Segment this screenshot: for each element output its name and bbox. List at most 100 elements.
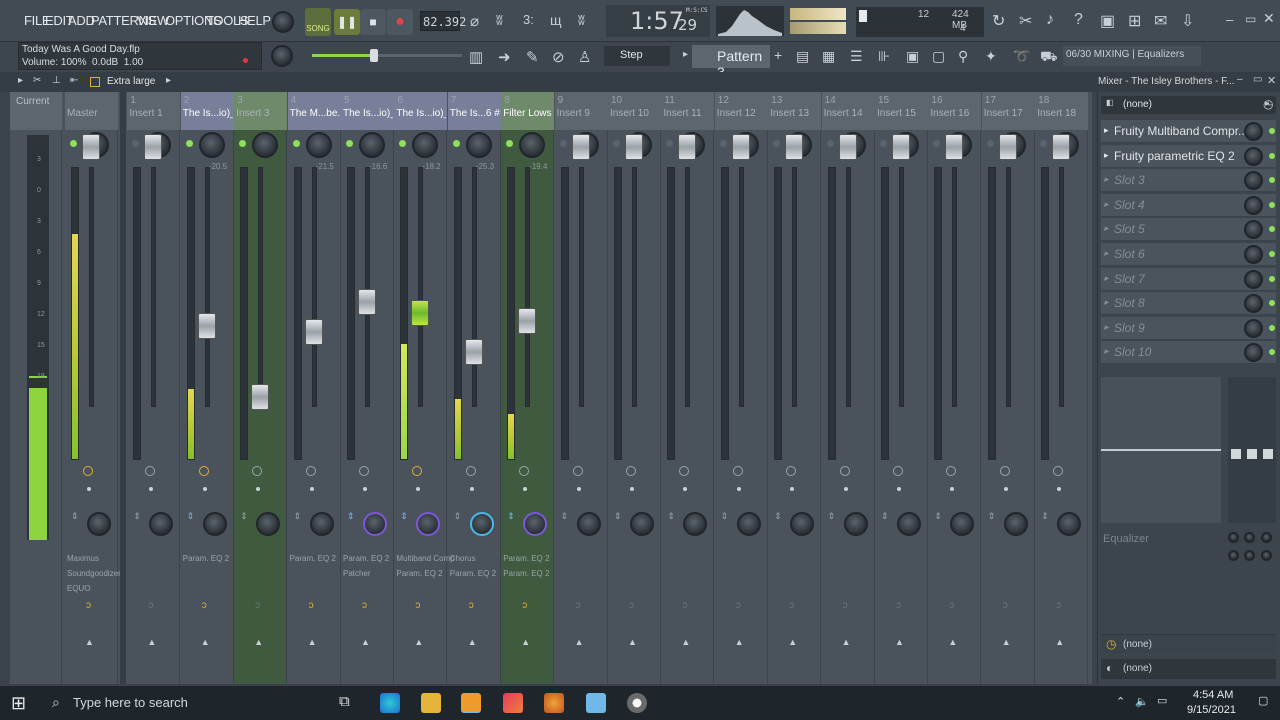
taskbar-search-input[interactable]: Type here to search — [73, 695, 188, 710]
volume-fader[interactable] — [625, 134, 643, 160]
app-icon[interactable] — [586, 693, 606, 713]
record-button[interactable]: ● — [387, 9, 413, 35]
phase-dot[interactable] — [523, 487, 528, 491]
mute-led[interactable] — [719, 140, 727, 147]
route-arrow-icon[interactable]: ▲ — [254, 637, 263, 647]
send-knob[interactable] — [149, 512, 174, 536]
slot-enable-led[interactable] — [1269, 324, 1275, 331]
eq-bw-knob-2[interactable] — [1244, 550, 1255, 561]
route-arrow-icon[interactable]: ▲ — [147, 637, 156, 647]
maximize-icon[interactable]: ▭ — [1245, 12, 1256, 26]
pan-knob[interactable] — [305, 132, 332, 158]
master-volume-slider[interactable] — [312, 49, 462, 62]
stereo-separation-icon[interactable] — [732, 466, 743, 476]
phase-dot[interactable] — [576, 487, 581, 491]
fx-slot[interactable]: ▸ Fruity Multiband Compr... — [1101, 120, 1276, 143]
mute-led[interactable] — [346, 140, 353, 147]
swap-channel-icon[interactable]: ⇕ — [240, 512, 248, 521]
fx-slot[interactable]: ▸ Slot 7 — [1101, 267, 1276, 291]
fx-slot[interactable]: ▸ Slot 8 — [1101, 292, 1276, 316]
slot-enable-led[interactable] — [1269, 201, 1275, 208]
lock-icon[interactable]: ↄ — [522, 600, 527, 611]
route-arrow-icon[interactable]: ▲ — [361, 637, 370, 647]
slot-enable-led[interactable] — [1269, 349, 1275, 356]
stereo-separation-icon[interactable] — [83, 466, 93, 476]
volume-fader[interactable] — [731, 134, 750, 160]
swap-channel-icon[interactable]: ⇕ — [71, 512, 79, 521]
send-knob[interactable] — [790, 512, 815, 536]
song-mode-button[interactable]: SONG — [305, 8, 331, 36]
volume-fader[interactable] — [998, 134, 1017, 160]
notifications-icon[interactable]: ▢ — [1258, 694, 1268, 707]
route-arrow-icon[interactable]: ▲ — [201, 637, 210, 647]
swap-channel-icon[interactable]: ⇕ — [1041, 512, 1049, 521]
slot-mix-knob[interactable] — [1244, 122, 1263, 141]
plug-icon[interactable]: ⚲ — [958, 48, 968, 65]
mixer-strip-11[interactable]: 11 Insert 11 ⇕ ▲ ↄ — [661, 92, 715, 684]
stereo-separation-icon[interactable] — [412, 466, 423, 476]
phase-dot[interactable] — [87, 487, 91, 491]
lock-icon[interactable]: ↄ — [949, 600, 954, 611]
send-knob[interactable] — [630, 512, 654, 536]
playlist-icon[interactable]: ▤ — [796, 48, 809, 65]
pan-knob[interactable] — [519, 132, 546, 158]
mixer-strip-8[interactable]: 8 Filter Lows -19.4 ⇕ ▲ ↄ Param. EQ 2 Param. EQ… — [501, 92, 555, 684]
phase-dot[interactable] — [897, 487, 901, 491]
phase-dot[interactable] — [309, 487, 314, 491]
mic-icon[interactable]: ♪ — [1046, 11, 1054, 29]
mute-led[interactable] — [666, 140, 674, 147]
news-ticker[interactable]: 06/30 MIXING | Equalizers — [1063, 46, 1201, 66]
send-knob[interactable] — [469, 512, 494, 536]
current-strip[interactable]: Current 3 0 3 6 9 12 15 18 — [10, 92, 62, 684]
stereo-separation-icon[interactable] — [519, 466, 530, 476]
mixer-maximize-icon[interactable]: ▭ — [1253, 74, 1262, 85]
cable-icon[interactable]: ➰ — [1013, 48, 1030, 65]
volume-fader[interactable] — [82, 134, 100, 160]
stereo-separation-icon[interactable] — [626, 466, 636, 476]
lock-icon[interactable]: ↄ — [469, 600, 474, 611]
channel-rack-icon[interactable]: ▦ — [822, 48, 835, 65]
pattern-selector[interactable]: Pattern 3 — [692, 45, 770, 80]
fx-slot[interactable]: ▸ Slot 3 — [1101, 169, 1276, 193]
fx-slot-label[interactable]: Param. EQ 2 — [503, 569, 549, 578]
volume-fader[interactable] — [358, 289, 376, 315]
send-knob[interactable] — [1003, 512, 1028, 536]
mute-led[interactable] — [826, 140, 834, 147]
volume-fader[interactable] — [464, 339, 483, 365]
phase-dot[interactable] — [683, 487, 688, 491]
swap-channel-icon[interactable]: ⇕ — [454, 512, 462, 521]
phase-dot[interactable] — [630, 487, 634, 491]
slot-enable-led[interactable] — [1269, 300, 1275, 307]
swap-channel-icon[interactable]: ⇕ — [721, 512, 729, 521]
metronome-icon[interactable]: ⌀ — [470, 12, 479, 30]
volume-icon[interactable]: 🔈 — [1135, 695, 1149, 708]
phase-dot[interactable] — [843, 487, 848, 491]
send-knob[interactable] — [736, 512, 761, 536]
swap-channel-icon[interactable]: ⇕ — [774, 512, 782, 521]
tools-icon[interactable]: ✦ — [985, 48, 997, 65]
search-icon[interactable]: ⌕ — [52, 694, 60, 711]
mute-led[interactable] — [880, 140, 887, 147]
fx-slot-label[interactable]: Param. EQ 2 — [503, 554, 549, 563]
eq-fader-mid[interactable] — [1247, 449, 1257, 459]
browser-icon[interactable]: ▣ — [906, 48, 919, 65]
stereo-separation-icon[interactable] — [786, 466, 797, 476]
mixer-tools-icon[interactable]: ✂ — [33, 75, 41, 86]
stereo-separation-icon[interactable] — [679, 466, 690, 476]
mute-led[interactable] — [292, 140, 300, 147]
windows-start-icon[interactable]: ⊞ — [11, 693, 26, 714]
send-knob[interactable] — [87, 512, 111, 536]
edge-icon[interactable] — [380, 693, 400, 713]
route-arrow-icon[interactable]: ▲ — [521, 637, 530, 647]
slot-enable-led[interactable] — [1269, 275, 1275, 282]
mixer-route-icon[interactable]: ⊥ — [52, 75, 61, 86]
output-1-selector[interactable]: ◷ (none) — [1101, 634, 1276, 654]
lock-icon[interactable]: ↄ — [896, 600, 901, 611]
send-knob[interactable] — [309, 512, 334, 536]
stereo-separation-icon[interactable] — [893, 466, 903, 476]
phase-dot[interactable] — [469, 487, 474, 491]
volume-fader[interactable] — [144, 134, 163, 160]
mixer-strip-6[interactable]: 6 The Is...io)_3 -18.2 ⇕ ▲ ↄ Multiband Comp Par… — [394, 92, 455, 684]
photos-icon[interactable] — [503, 693, 523, 713]
send-knob[interactable] — [1057, 512, 1082, 536]
